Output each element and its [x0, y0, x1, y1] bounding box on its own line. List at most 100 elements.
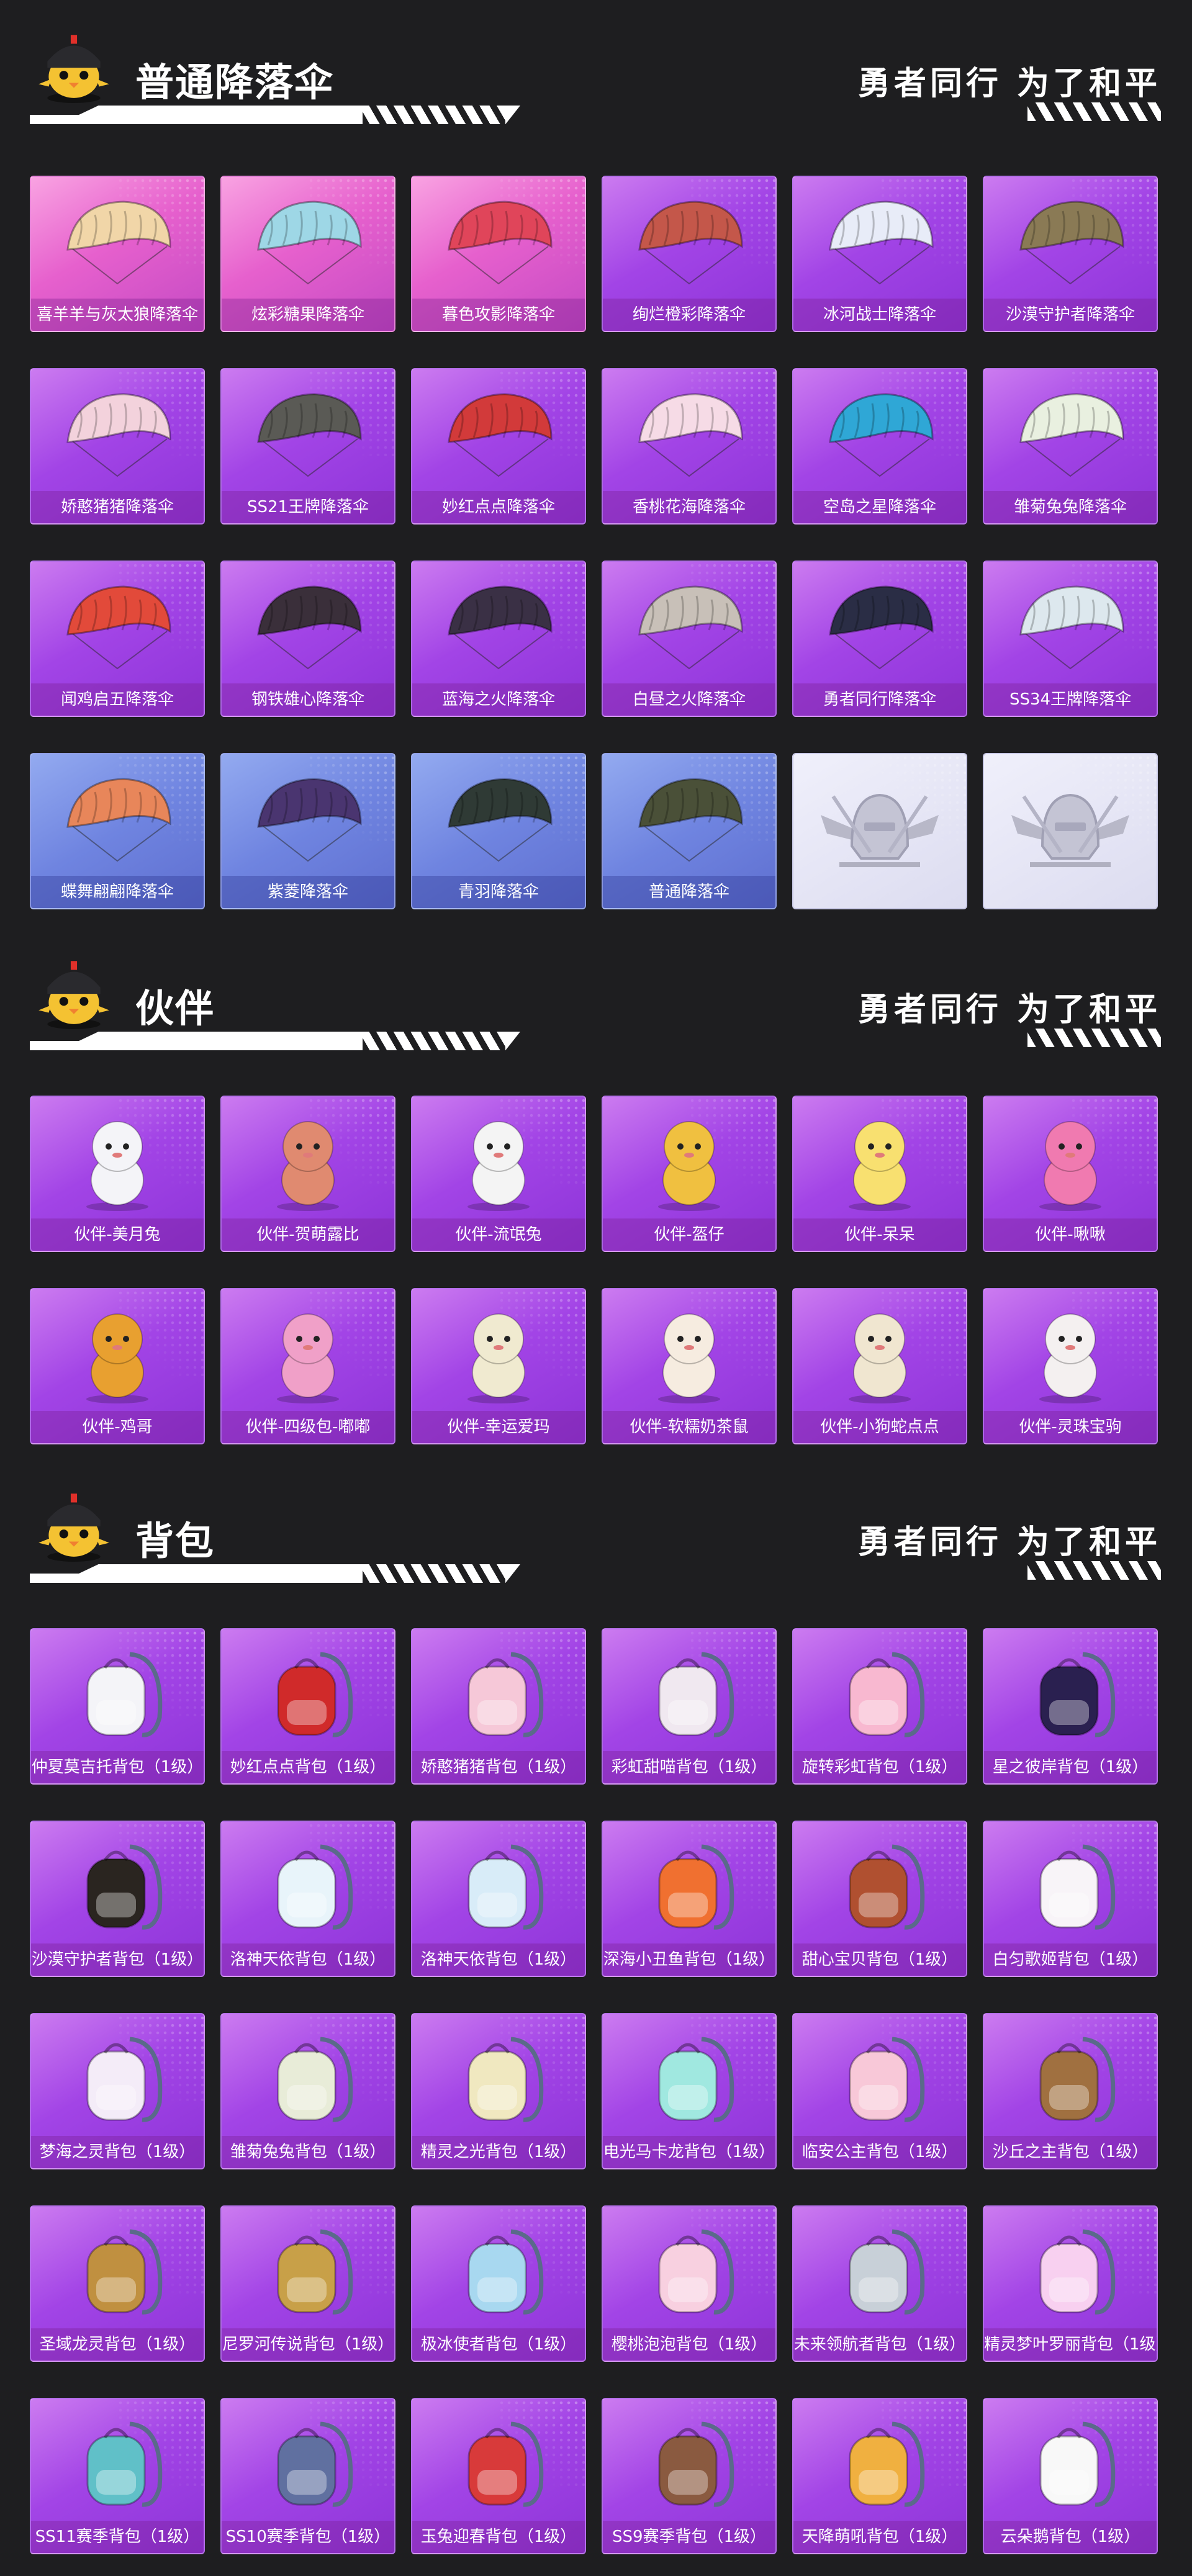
tianyi-backpack-icon: [467, 1844, 544, 1930]
item-card[interactable]: 暮色攻影降落伞: [411, 176, 586, 332]
macaron-backpack-icon: [658, 2037, 734, 2122]
item-card[interactable]: 勇者同行降落伞: [792, 561, 967, 717]
item-card[interactable]: 伙伴-鸡哥: [30, 1288, 205, 1444]
item-label: 雏菊兔兔背包（1级）: [222, 2136, 394, 2168]
item-card[interactable]: 伙伴-流氓兔: [411, 1096, 586, 1252]
item-card[interactable]: 伙伴-软糯奶茶鼠: [602, 1288, 777, 1444]
item-card[interactable]: 临安公主背包（1级）: [792, 2013, 967, 2169]
item-label: 闻鸡启五降落伞: [31, 683, 204, 716]
item-card[interactable]: 伙伴-啾啾: [983, 1096, 1158, 1252]
item-label: 香桃花海降落伞: [603, 491, 775, 523]
item-label: 天降萌吼背包（1级）: [793, 2521, 966, 2553]
item-card[interactable]: 甜心宝贝背包（1级）: [792, 1821, 967, 1977]
item-card[interactable]: 云朵鹅背包（1级）: [983, 2398, 1158, 2554]
item-card[interactable]: 彩虹甜喵背包（1级）: [602, 1628, 777, 1785]
item-card[interactable]: 伙伴-呆呆: [792, 1096, 967, 1252]
item-card[interactable]: 钢铁雄心降落伞: [220, 561, 395, 717]
item-card[interactable]: SS9赛季背包（1级）: [602, 2398, 777, 2554]
item-card[interactable]: 沙漠守护者降落伞: [983, 176, 1158, 332]
item-card[interactable]: 尼罗河传说背包（1级）: [220, 2205, 395, 2362]
item-card[interactable]: [792, 753, 967, 909]
item-card[interactable]: SS10赛季背包（1级）: [220, 2398, 395, 2554]
ladybug-parachute-icon: [448, 393, 553, 477]
title-underline-bar: [30, 106, 520, 124]
anubis-backpack-icon: [86, 1844, 163, 1930]
item-card[interactable]: 白昼之火降落伞: [602, 561, 777, 717]
item-card[interactable]: 旋转彩虹背包（1级）: [792, 1628, 967, 1785]
item-card[interactable]: SS11赛季背包（1级）: [30, 2398, 205, 2554]
item-card[interactable]: 深海小丑鱼背包（1级）: [602, 1821, 777, 1977]
item-card[interactable]: 樱桃泡泡背包（1级）: [602, 2205, 777, 2362]
nile-legend-backpack-icon: [277, 2229, 353, 2315]
item-label: 玉兔迎春背包（1级）: [412, 2521, 585, 2553]
item-card[interactable]: 普通降落伞: [602, 753, 777, 909]
orange-parachute-icon: [638, 200, 743, 285]
item-card[interactable]: 青羽降落伞: [411, 753, 586, 909]
daisy-bunny-backpack-icon: [277, 2037, 353, 2122]
item-label: 娇憨猪猪降落伞: [31, 491, 204, 523]
item-card[interactable]: 玉兔迎春背包（1级）: [411, 2398, 586, 2554]
item-card[interactable]: 未来领航者背包（1级）: [792, 2205, 967, 2362]
item-label: 深海小丑鱼背包（1级）: [603, 1943, 775, 1976]
item-card[interactable]: 香桃花海降落伞: [602, 368, 777, 525]
item-card[interactable]: 妙红点点背包（1级）: [220, 1628, 395, 1785]
section-backpacks: 背包 勇者同行 为了和平 仲夏莫吉托背包（1级） 妙红点点背包（1级） 娇憨猪猪背包…: [0, 1484, 1192, 2554]
item-label: 临安公主背包（1级）: [793, 2136, 966, 2168]
item-card[interactable]: 伙伴-小狗蛇点点: [792, 1288, 967, 1444]
item-card[interactable]: SS21王牌降落伞: [220, 368, 395, 525]
item-card[interactable]: 雏菊兔兔降落伞: [983, 368, 1158, 525]
item-card[interactable]: 伙伴-盔仔: [602, 1096, 777, 1252]
item-card[interactable]: 妙红点点降落伞: [411, 368, 586, 525]
item-card[interactable]: 梦海之灵背包（1级）: [30, 2013, 205, 2169]
item-card[interactable]: 绚烂橙彩降落伞: [602, 176, 777, 332]
item-card[interactable]: 闻鸡启五降落伞: [30, 561, 205, 717]
item-label: 妙红点点降落伞: [412, 491, 585, 523]
item-card[interactable]: 冰河战士降落伞: [792, 176, 967, 332]
item-card[interactable]: 空岛之星降落伞: [792, 368, 967, 525]
item-label: 伙伴-美月兔: [31, 1218, 204, 1251]
item-card[interactable]: 天降萌吼背包（1级）: [792, 2398, 967, 2554]
item-card[interactable]: 炫彩糖果降落伞: [220, 176, 395, 332]
blue-fire-parachute-icon: [448, 585, 553, 670]
item-card[interactable]: 沙漠守护者背包（1级）: [30, 1821, 205, 1977]
item-card[interactable]: 蝶舞翩翩降落伞: [30, 753, 205, 909]
mashimaro-companion-icon: [467, 1121, 530, 1211]
section-title: 普通降落伞: [135, 60, 335, 105]
item-card[interactable]: 圣域龙灵背包（1级）: [30, 2205, 205, 2362]
item-card[interactable]: 伙伴-灵珠宝驹: [983, 1288, 1158, 1444]
purple-diamond-parachute-icon: [257, 778, 362, 862]
ice-envoy-backpack-icon: [467, 2229, 544, 2315]
rainbow-cat-backpack-icon: [658, 1652, 734, 1737]
item-label: 伙伴-呆呆: [793, 1218, 966, 1251]
item-card[interactable]: 伙伴-贺萌露比: [220, 1096, 395, 1252]
sky-island-parachute-icon: [829, 393, 934, 477]
item-card[interactable]: 仲夏莫吉托背包（1级）: [30, 1628, 205, 1785]
item-card[interactable]: 电光马卡龙背包（1级）: [602, 2013, 777, 2169]
item-card[interactable]: 极冰使者背包（1级）: [411, 2205, 586, 2362]
item-card[interactable]: 白匀歌姬背包（1级）: [983, 1821, 1158, 1977]
item-label: 电光马卡龙背包（1级）: [603, 2136, 775, 2168]
item-card[interactable]: 沙丘之主背包（1级）: [983, 2013, 1158, 2169]
item-card[interactable]: 精灵梦叶罗丽背包（1级）: [983, 2205, 1158, 2362]
item-label: 勇者同行降落伞: [793, 683, 966, 716]
item-card[interactable]: 蓝海之火降落伞: [411, 561, 586, 717]
item-label: 未来领航者背包（1级）: [793, 2328, 966, 2361]
item-label: 洛神天依背包（1级）: [412, 1943, 585, 1976]
item-card[interactable]: 洛神天依背包（1级）: [411, 1821, 586, 1977]
item-card[interactable]: 伙伴-美月兔: [30, 1096, 205, 1252]
item-card[interactable]: 星之彼岸背包（1级）: [983, 1628, 1158, 1785]
item-card[interactable]: 精灵之光背包（1级）: [411, 2013, 586, 2169]
item-card[interactable]: 洛神天依背包（1级）: [220, 1821, 395, 1977]
item-card[interactable]: 伙伴-幸运爱玛: [411, 1288, 586, 1444]
item-card[interactable]: 娇憨猪猪降落伞: [30, 368, 205, 525]
item-card[interactable]: 紫菱降落伞: [220, 753, 395, 909]
item-label: 伙伴-流氓兔: [412, 1218, 585, 1251]
item-card[interactable]: 娇憨猪猪背包（1级）: [411, 1628, 586, 1785]
item-card[interactable]: SS34王牌降落伞: [983, 561, 1158, 717]
item-card[interactable]: [983, 753, 1158, 909]
item-card[interactable]: 喜羊羊与灰太狼降落伞: [30, 176, 205, 332]
item-label: 绚烂橙彩降落伞: [603, 299, 775, 331]
item-card[interactable]: 雏菊兔兔背包（1级）: [220, 2013, 395, 2169]
desert-parachute-icon: [1019, 200, 1124, 285]
item-card[interactable]: 伙伴-四级包-嘟嘟: [220, 1288, 395, 1444]
